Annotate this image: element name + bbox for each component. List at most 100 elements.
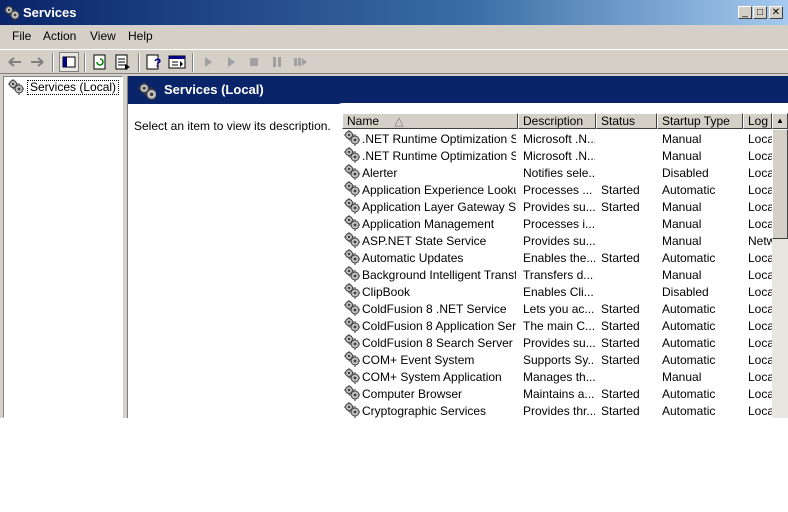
cell-description: Maintains a... bbox=[523, 387, 595, 401]
cell-description: Enables the... bbox=[523, 251, 595, 265]
service-gear-icon bbox=[344, 283, 360, 299]
column-header-description[interactable]: Description bbox=[518, 113, 596, 129]
cell-name: Cryptographic Services bbox=[362, 404, 487, 418]
cell-name: Automatic Updates bbox=[362, 251, 464, 265]
toolbar: ? bbox=[0, 49, 788, 74]
pause-icon[interactable] bbox=[268, 53, 286, 71]
cell-status: Started bbox=[601, 404, 640, 418]
cell-startup-type: Automatic bbox=[662, 353, 716, 367]
cell-log-on-as: Local bbox=[748, 132, 772, 146]
back-arrow-icon[interactable] bbox=[6, 53, 24, 71]
cell-description: Enables Cli... bbox=[523, 285, 594, 299]
cell-description: Processes i... bbox=[523, 217, 595, 231]
scroll-thumb[interactable] bbox=[772, 129, 788, 239]
start-icon[interactable] bbox=[222, 53, 240, 71]
cell-log-on-as: Local bbox=[748, 319, 772, 333]
window-title: Services bbox=[23, 5, 77, 20]
service-gear-icon bbox=[344, 368, 360, 384]
services-gear-icon bbox=[4, 5, 20, 21]
table-row[interactable]: Background Intelligent Transf... Transfer… bbox=[342, 266, 772, 283]
menu-view[interactable]: View bbox=[90, 29, 116, 43]
pane-title: Services (Local) bbox=[164, 82, 264, 97]
menu-file[interactable]: File bbox=[12, 29, 31, 43]
cell-log-on-as: Local bbox=[748, 217, 772, 231]
table-row[interactable]: Application Experience Looku... Processes… bbox=[342, 181, 772, 198]
show-hide-tree-icon[interactable] bbox=[59, 52, 79, 72]
cell-description: Microsoft .N... bbox=[523, 149, 595, 163]
service-gear-icon bbox=[344, 317, 360, 333]
cell-name: Application Layer Gateway Se... bbox=[362, 200, 516, 214]
services-gear-icon bbox=[138, 82, 156, 100]
column-header-name[interactable]: Name △ bbox=[342, 113, 518, 129]
table-row[interactable]: COM+ System Application Manages th... Manu… bbox=[342, 368, 772, 385]
column-header-log-on-as[interactable]: Log On As bbox=[743, 113, 772, 129]
cell-description: Notifies sele... bbox=[523, 166, 595, 180]
service-gear-icon bbox=[344, 198, 360, 214]
cell-startup-type: Manual bbox=[662, 200, 702, 214]
menu-help[interactable]: Help bbox=[128, 29, 153, 43]
stop-icon[interactable] bbox=[245, 53, 263, 71]
column-header-status[interactable]: Status bbox=[596, 113, 657, 129]
cell-log-on-as: Local bbox=[748, 200, 772, 214]
title-bar[interactable]: Services _ □ ✕ bbox=[0, 0, 788, 25]
cell-status: Started bbox=[601, 319, 640, 333]
column-header-label: Name bbox=[347, 114, 380, 128]
cell-log-on-as: Netw bbox=[748, 234, 772, 248]
table-row[interactable]: Alerter Notifies sele... Disabled Local bbox=[342, 164, 772, 181]
table-row[interactable]: Computer Browser Maintains a... Started Aut… bbox=[342, 385, 772, 402]
cell-log-on-as: Local bbox=[748, 302, 772, 316]
cell-log-on-as: Local bbox=[748, 285, 772, 299]
export-list-icon[interactable] bbox=[114, 53, 132, 71]
service-gear-icon bbox=[344, 164, 360, 180]
scroll-up-arrow-icon[interactable]: ▲ bbox=[772, 113, 788, 129]
service-gear-icon bbox=[344, 334, 360, 350]
cell-name: COM+ Event System bbox=[362, 353, 475, 367]
sort-ascending-icon: △ bbox=[394, 114, 404, 128]
cell-name: .NET Runtime Optimization Se... bbox=[362, 149, 516, 163]
table-row[interactable]: COM+ Event System Supports Sy... Started Au… bbox=[342, 351, 772, 368]
column-header-startup-type[interactable]: Startup Type bbox=[657, 113, 743, 129]
cell-name: Alerter bbox=[362, 166, 398, 180]
vertical-scrollbar[interactable]: ▲ bbox=[772, 113, 788, 418]
cell-status: Started bbox=[601, 251, 640, 265]
cell-startup-type: Automatic bbox=[662, 319, 716, 333]
table-row[interactable]: Application Management Processes i... Manu… bbox=[342, 215, 772, 232]
forward-arrow-icon[interactable] bbox=[28, 53, 46, 71]
table-row[interactable]: ColdFusion 8 .NET Service Lets you ac... S… bbox=[342, 300, 772, 317]
cell-status: Started bbox=[601, 302, 640, 316]
cell-description: Provides su... bbox=[523, 336, 595, 350]
toolbar-separator bbox=[84, 53, 86, 72]
menu-action[interactable]: Action bbox=[43, 29, 76, 43]
maximize-button[interactable]: □ bbox=[753, 6, 767, 19]
table-row[interactable]: ClipBook Enables Cli... Disabled Local bbox=[342, 283, 772, 300]
help-icon[interactable]: ? bbox=[145, 53, 163, 71]
cell-name: Application Management bbox=[362, 217, 495, 231]
table-row[interactable]: .NET Runtime Optimization Se... Microsoft… bbox=[342, 130, 772, 147]
cell-startup-type: Manual bbox=[662, 132, 702, 146]
cell-description: Manages th... bbox=[523, 370, 595, 384]
cell-log-on-as: Local bbox=[748, 149, 772, 163]
table-row[interactable]: ASP.NET State Service Provides su... Manua… bbox=[342, 232, 772, 249]
cell-log-on-as: Local bbox=[748, 268, 772, 282]
table-row[interactable]: .NET Runtime Optimization Se... Microsoft… bbox=[342, 147, 772, 164]
cell-startup-type: Automatic bbox=[662, 387, 716, 401]
restart-icon[interactable] bbox=[291, 53, 309, 71]
close-button[interactable]: ✕ bbox=[769, 6, 783, 19]
cell-log-on-as: Local bbox=[748, 387, 772, 401]
cell-startup-type: Automatic bbox=[662, 404, 716, 418]
table-row[interactable]: Application Layer Gateway Se... Provides … bbox=[342, 198, 772, 215]
console-tree: Services (Local) bbox=[3, 76, 123, 418]
tree-item-label: Services (Local) bbox=[27, 80, 120, 95]
details-pane: Services (Local) Select an item to view … bbox=[127, 76, 788, 418]
refresh-icon[interactable] bbox=[91, 53, 109, 71]
table-row[interactable]: Automatic Updates Enables the... Started Au… bbox=[342, 249, 772, 266]
table-row[interactable]: Cryptographic Services Provides thr... Sta… bbox=[342, 402, 772, 418]
table-row[interactable]: ColdFusion 8 Application Server The main … bbox=[342, 317, 772, 334]
properties-icon[interactable] bbox=[168, 53, 186, 71]
cell-startup-type: Manual bbox=[662, 268, 702, 282]
table-row[interactable]: ColdFusion 8 Search Server Provides su...… bbox=[342, 334, 772, 351]
start-service-icon[interactable] bbox=[199, 53, 217, 71]
minimize-button[interactable]: _ bbox=[738, 6, 752, 19]
cell-log-on-as: Local bbox=[748, 353, 772, 367]
cell-name: Application Experience Looku... bbox=[362, 183, 516, 197]
